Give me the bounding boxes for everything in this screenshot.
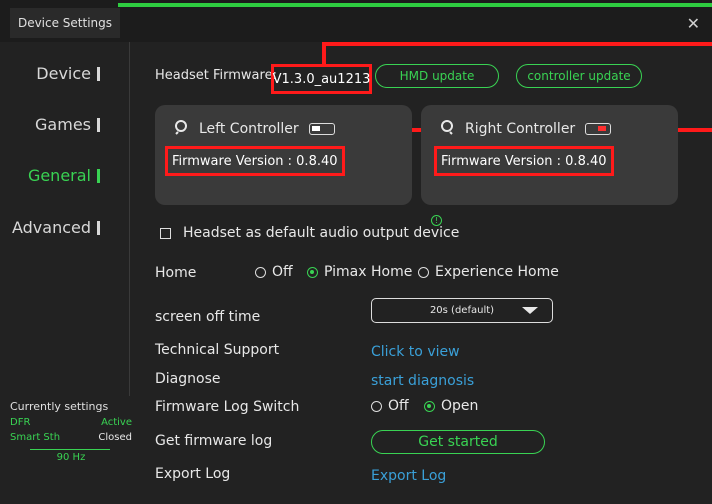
radio-button[interactable] — [371, 400, 382, 412]
technical-support-link[interactable]: Click to view — [371, 344, 460, 360]
diagnose-link[interactable]: start diagnosis — [371, 373, 474, 389]
firmware-log-off[interactable]: Off — [371, 398, 409, 414]
firmware-log-switch-label: Firmware Log Switch — [155, 399, 300, 415]
battery-icon — [308, 123, 335, 135]
settings-panel: Device Games General Advanced Currently … — [0, 42, 712, 504]
technical-support-label: Technical Support — [155, 342, 280, 358]
refresh-rate: 90 Hz — [56, 452, 86, 463]
sidebar-item-label: Device — [36, 64, 91, 83]
sidebar-divider — [129, 42, 130, 396]
sidebar-marker — [97, 220, 100, 235]
chevron-down-icon — [522, 307, 538, 314]
radio-label: Pimax Home — [324, 264, 413, 280]
sidebar-item-label: Games — [35, 115, 91, 134]
setting-key: DFR — [10, 417, 31, 428]
audio-output-label: Headset as default audio output device — [183, 225, 460, 241]
current-settings: Currently settings DFR Active Smart Sth … — [10, 400, 132, 463]
left-controller-header: Left Controller — [173, 119, 335, 139]
sidebar-item-device[interactable]: Device — [36, 64, 100, 83]
current-setting-row: Smart Sth Closed — [10, 432, 132, 443]
radio-label: Experience Home — [435, 264, 559, 280]
screen-off-value: 20s (default) — [429, 305, 495, 316]
firmware-log-open[interactable]: Open — [424, 398, 478, 414]
screen-off-label: screen off time — [155, 309, 261, 325]
sidebar-marker — [97, 117, 100, 132]
window-title: Device Settings — [17, 16, 113, 30]
radio-button[interactable] — [418, 266, 429, 278]
radio-button[interactable] — [307, 266, 318, 278]
controller-update-button[interactable]: controller update — [516, 64, 642, 88]
battery-icon — [585, 123, 612, 135]
get-firmware-log-label: Get firmware log — [155, 433, 273, 449]
setting-key: Smart Sth — [10, 432, 61, 443]
setting-value: Closed — [98, 432, 132, 443]
current-settings-title: Currently settings — [10, 400, 109, 413]
right-controller-card: Right Controller Firmware Version : 0.8.… — [421, 105, 678, 205]
audio-output-checkbox[interactable] — [160, 227, 171, 239]
radio-label: Off — [272, 264, 293, 280]
controller-icon — [173, 119, 189, 139]
left-controller-name: Left Controller — [199, 121, 299, 137]
get-started-button[interactable]: Get started — [371, 430, 545, 454]
current-setting-row: DFR Active — [10, 417, 132, 428]
controller-icon — [439, 119, 455, 139]
home-option-pimax[interactable]: Pimax Home — [307, 264, 412, 280]
sidebar-marker — [97, 168, 100, 183]
sidebar-item-general[interactable]: General — [28, 166, 100, 185]
annotation-line — [322, 42, 712, 46]
refresh-rate-divider — [30, 449, 110, 450]
sidebar-item-advanced[interactable]: Advanced — [12, 218, 100, 237]
right-controller-header: Right Controller — [439, 119, 612, 139]
sidebar-marker — [97, 66, 100, 81]
export-log-link[interactable]: Export Log — [371, 468, 446, 484]
radio-button[interactable] — [424, 400, 435, 412]
sidebar-item-label: Advanced — [11, 218, 91, 237]
home-option-experience[interactable]: Experience Home — [418, 264, 559, 280]
headset-firmware-label: Headset Firmware: — [155, 68, 277, 83]
home-option-off[interactable]: Off — [255, 264, 293, 280]
sidebar-item-games[interactable]: Games — [35, 115, 100, 134]
window-title-tab: Device Settings — [10, 8, 120, 38]
radio-label: Off — [388, 398, 409, 414]
radio-button[interactable] — [255, 266, 266, 278]
title-bar: Device Settings ✕ — [0, 0, 712, 42]
close-icon[interactable]: ✕ — [687, 14, 700, 33]
hmd-update-button[interactable]: HMD update — [375, 64, 499, 88]
sidebar-item-label: General — [27, 166, 91, 185]
left-controller-card: Left Controller Firmware Version : 0.8.4… — [155, 105, 412, 205]
right-controller-firmware: Firmware Version : 0.8.40 — [434, 146, 614, 176]
export-log-label: Export Log — [155, 466, 231, 482]
info-icon[interactable]: ! — [431, 215, 442, 226]
radio-label: Open — [441, 398, 479, 414]
home-label: Home — [155, 265, 197, 281]
audio-output-option[interactable]: Headset as default audio output device — [160, 225, 459, 241]
right-controller-name: Right Controller — [465, 121, 576, 137]
accent-line — [118, 3, 712, 7]
diagnose-label: Diagnose — [155, 371, 221, 387]
setting-value: Active — [101, 417, 132, 428]
screen-off-select[interactable]: 20s (default) — [371, 298, 553, 323]
headset-firmware-value: V1.3.0_au1213 — [271, 64, 372, 94]
left-controller-firmware: Firmware Version : 0.8.40 — [165, 146, 345, 176]
